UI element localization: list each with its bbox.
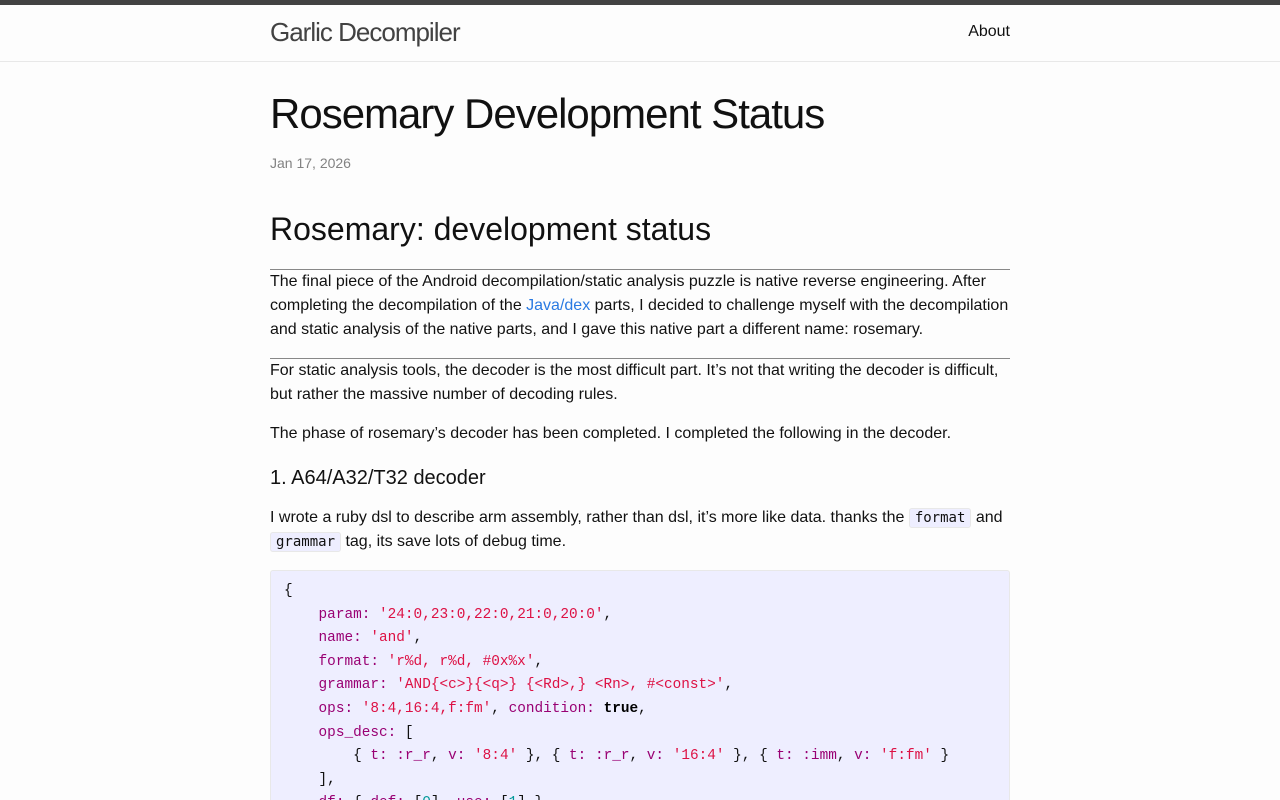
inline-code-grammar: grammar: [270, 532, 342, 552]
code-block: { param: '24:0,23:0,22:0,21:0,20:0', nam…: [270, 570, 1010, 800]
paragraph-dsl-text-end: tag, its save lots of debug time.: [341, 533, 567, 550]
code-line: df: { def: [0], use: [1] }: [284, 795, 544, 800]
code-line: grammar: 'AND{<c>}{<q>} {<Rd>,} <Rn>, #<…: [318, 677, 734, 694]
paragraph-phase: The phase of rosemary’s decoder has been…: [270, 425, 952, 442]
subheading-decoder: 1. A64/A32/T32 decoder: [270, 467, 486, 489]
paragraph-intro: The final piece of the Android decompila…: [270, 270, 1010, 342]
code-line: {: [284, 583, 293, 599]
code-line: ],: [284, 771, 336, 788]
post-content: Rosemary Development Status Jan 17, 2026…: [270, 62, 1010, 800]
post-date: Jan 17, 2026: [270, 155, 351, 171]
inline-code-format: format: [908, 508, 972, 528]
paragraph-dsl: I wrote a ruby dsl to describe arm assem…: [270, 506, 1010, 554]
code-line: name: 'and',: [318, 630, 423, 647]
nav-about-link[interactable]: About: [968, 22, 1010, 42]
paragraph-dsl-text-mid: and: [971, 509, 1003, 526]
section-heading: Rosemary: development status: [270, 211, 712, 247]
java-dex-link[interactable]: Java/dex: [526, 297, 590, 314]
code-line: ops: '8:4,16:4,f:fm', condition: true,: [318, 700, 647, 717]
paragraph-dsl-text: I wrote a ruby dsl to describe arm assem…: [270, 509, 909, 526]
site-title-link[interactable]: Garlic Decompiler: [270, 17, 461, 47]
code-block-content: { param: '24:0,23:0,22:0,21:0,20:0', nam…: [284, 583, 949, 800]
code-line: ops_desc: [: [318, 724, 414, 741]
code-line: param: '24:0,23:0,22:0,21:0,20:0',: [318, 606, 613, 623]
code-line: format: 'r%d, r%d, #0x%x',: [318, 653, 544, 670]
paragraph-decoder: For static analysis tools, the decoder i…: [270, 362, 999, 403]
post-title: Rosemary Development Status: [270, 90, 825, 137]
code-line: { t: :r_r, v: '8:4' }, { t: :r_r, v: '16…: [284, 748, 950, 765]
site-header: Garlic Decompiler About: [0, 5, 1280, 62]
